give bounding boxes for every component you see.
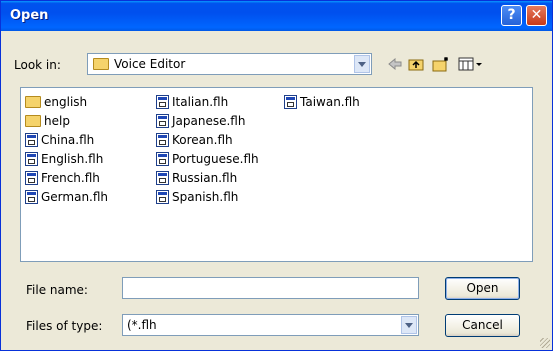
list-item-file[interactable]: German.flh xyxy=(25,187,108,206)
file-icon xyxy=(25,132,38,147)
back-icon[interactable] xyxy=(385,54,405,74)
list-item-file[interactable]: English.flh xyxy=(25,149,108,168)
list-item-file[interactable]: Taiwan.flh xyxy=(284,92,360,111)
list-item-file[interactable]: Spanish.flh xyxy=(156,187,259,206)
item-label: German.flh xyxy=(41,189,109,204)
list-item-file[interactable]: China.flh xyxy=(25,130,108,149)
view-menu-icon[interactable] xyxy=(456,54,486,74)
item-label: English.flh xyxy=(41,151,104,166)
file-name-label: File name: xyxy=(26,283,88,297)
list-item-file[interactable]: Italian.flh xyxy=(156,92,259,111)
close-button[interactable]: ✕ xyxy=(526,5,547,26)
folder-icon xyxy=(25,114,41,127)
chevron-down-icon xyxy=(358,61,366,67)
resize-grip[interactable] xyxy=(540,338,550,348)
files-of-type-dropdown-button[interactable] xyxy=(401,316,417,334)
item-label: Japanese.flh xyxy=(172,113,246,128)
item-label: english xyxy=(44,94,88,109)
folder-icon xyxy=(93,58,109,70)
item-label: French.flh xyxy=(41,170,100,185)
file-icon xyxy=(156,113,169,128)
file-column-2: Italian.flh Japanese.flh Korean.flh Port… xyxy=(156,92,259,206)
file-name-input[interactable] xyxy=(122,277,419,299)
item-label: Taiwan.flh xyxy=(300,94,360,109)
item-label: Korean.flh xyxy=(172,132,233,147)
files-of-type-label: Files of type: xyxy=(26,319,103,333)
file-icon xyxy=(156,94,169,109)
list-item-file[interactable]: Japanese.flh xyxy=(156,111,259,130)
file-icon xyxy=(284,94,297,109)
file-list[interactable]: english help China.flh English.flh Frenc… xyxy=(20,87,533,262)
item-label: Portuguese.flh xyxy=(172,151,259,166)
files-of-type-value: (*.flh xyxy=(127,318,157,332)
item-label: Italian.flh xyxy=(172,94,229,109)
look-in-value: Voice Editor xyxy=(114,57,186,71)
item-label: Spanish.flh xyxy=(172,189,239,204)
cancel-button[interactable]: Cancel xyxy=(445,314,520,337)
file-icon xyxy=(25,170,38,185)
open-dialog: Open ? ✕ Look in: Voice Editor english h… xyxy=(0,0,553,351)
file-column-3: Taiwan.flh xyxy=(284,92,360,111)
help-button[interactable]: ? xyxy=(501,5,522,26)
look-in-dropdown-button[interactable] xyxy=(354,55,370,73)
file-icon xyxy=(156,132,169,147)
list-item-folder-help[interactable]: help xyxy=(25,111,108,130)
look-in-dropdown[interactable]: Voice Editor xyxy=(87,53,372,75)
item-label: China.flh xyxy=(41,132,95,147)
file-icon xyxy=(156,170,169,185)
file-icon xyxy=(156,151,169,166)
file-icon xyxy=(25,151,38,166)
files-of-type-dropdown[interactable]: (*.flh xyxy=(122,314,419,336)
window-title: Open xyxy=(10,8,49,23)
folder-icon xyxy=(25,95,41,108)
file-column-1: english help China.flh English.flh Frenc… xyxy=(25,92,108,206)
file-icon xyxy=(25,189,38,204)
new-folder-icon[interactable] xyxy=(431,54,451,74)
look-in-label: Look in: xyxy=(14,58,61,72)
list-item-file[interactable]: Korean.flh xyxy=(156,130,259,149)
item-label: help xyxy=(44,113,70,128)
list-item-folder-english[interactable]: english xyxy=(25,92,108,111)
title-bar[interactable]: Open ? ✕ xyxy=(1,1,552,31)
list-item-file[interactable]: French.flh xyxy=(25,168,108,187)
list-item-file[interactable]: Russian.flh xyxy=(156,168,259,187)
open-button[interactable]: Open xyxy=(445,277,520,300)
list-item-file[interactable]: Portuguese.flh xyxy=(156,149,259,168)
chevron-down-icon xyxy=(405,322,413,328)
file-icon xyxy=(156,189,169,204)
up-folder-icon[interactable] xyxy=(406,54,426,74)
item-label: Russian.flh xyxy=(172,170,238,185)
